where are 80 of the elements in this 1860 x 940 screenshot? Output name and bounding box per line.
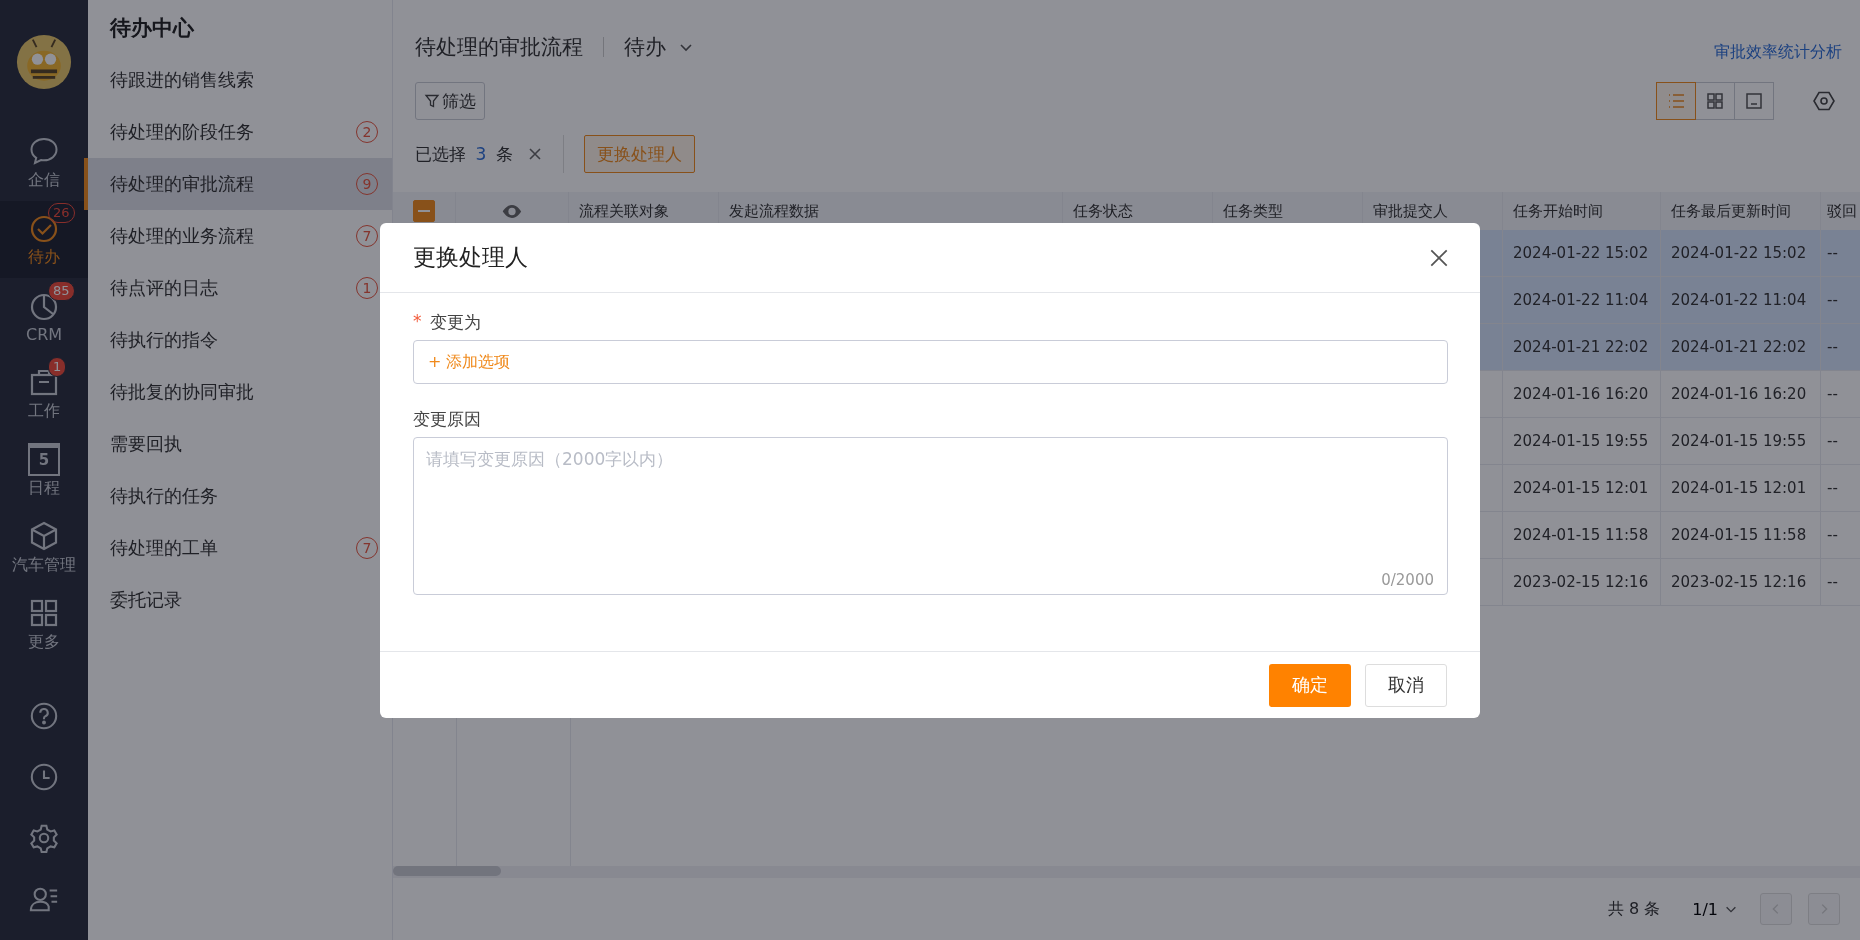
table-cell-text: -- xyxy=(1826,525,1839,546)
total-count: 共 8 条 xyxy=(1607,898,1661,920)
horizontal-scrollbar[interactable] xyxy=(393,866,1860,878)
panel-icon xyxy=(1744,91,1764,111)
settings-icon[interactable] xyxy=(1812,89,1836,113)
menu-item[interactable]: 待跟进的销售线索 xyxy=(84,54,392,106)
menu-item-label: 待执行的任务 xyxy=(110,484,219,508)
clear-selection-icon[interactable] xyxy=(526,146,543,162)
add-option-link[interactable]: + 添加选项 xyxy=(428,351,511,373)
clock-icon[interactable] xyxy=(29,762,59,792)
field-label: 变更原因 xyxy=(413,408,481,431)
assignee-field[interactable]: + 添加选项 xyxy=(413,340,1448,384)
menu-item-label: 待点评的日志 xyxy=(110,276,219,300)
settings-icon[interactable] xyxy=(29,823,59,853)
table-cell: 2024-01-15 19:55 xyxy=(1661,418,1821,464)
calendar-icon: 5 xyxy=(28,442,60,476)
cube-icon xyxy=(28,520,60,552)
nav-item[interactable]: 1 工作 xyxy=(0,355,88,432)
table-cell: 2024-01-15 12:01 xyxy=(1661,465,1821,511)
menu-item-label: 待跟进的销售线索 xyxy=(110,68,255,92)
table-cell: 2024-01-22 11:04 xyxy=(1503,277,1661,323)
table-cell-text: -- xyxy=(1826,478,1839,499)
table-cell: 2024-01-22 15:02 xyxy=(1661,230,1821,276)
table-cell: 2024-01-15 19:55 xyxy=(1503,418,1661,464)
page-dropdown[interactable]: 1/1 xyxy=(1686,898,1744,920)
menu-item-label: 待执行的指令 xyxy=(110,328,219,352)
table-cell: 2024-01-16 16:20 xyxy=(1503,371,1661,417)
character-counter: 0/2000 xyxy=(1381,571,1434,589)
menu-item-label: 委托记录 xyxy=(110,588,183,612)
table-cell: 2023-02-15 12:16 xyxy=(1503,559,1661,605)
mascot-avatar[interactable] xyxy=(16,34,72,90)
menu-item-label: 需要回执 xyxy=(110,432,183,456)
table-cell: 2024-01-15 11:58 xyxy=(1503,512,1661,558)
menu-item[interactable]: 待处理的审批流程 9 xyxy=(84,158,392,210)
table-cell-text: -- xyxy=(1826,572,1839,593)
table-cell: 2024-01-16 16:20 xyxy=(1661,371,1821,417)
view-toggle[interactable] xyxy=(1734,82,1774,120)
table-cell: 2024-01-22 11:04 xyxy=(1661,277,1821,323)
table-cell-text: -- xyxy=(1826,384,1839,405)
chat-icon xyxy=(28,135,60,167)
page-title: 待处理的审批流程 xyxy=(415,34,583,61)
table-cell-text: -- xyxy=(1826,431,1839,452)
nav-item[interactable]: 5 日程 xyxy=(0,432,88,509)
select-all-checkbox[interactable] xyxy=(413,200,435,222)
filter-button[interactable]: 筛选 xyxy=(415,82,485,120)
section-title: 待办中心 xyxy=(108,15,195,42)
table-cell-text: -- xyxy=(1826,243,1839,264)
scope-dropdown[interactable]: 待办 xyxy=(624,33,694,61)
grid-icon xyxy=(1705,91,1725,111)
required-mark: * xyxy=(413,311,422,333)
table-cell: 2024-01-21 22:02 xyxy=(1661,324,1821,370)
grid-icon xyxy=(28,597,60,629)
cancel-button[interactable]: 取消 xyxy=(1365,663,1447,707)
table-cell: 2024-01-15 12:01 xyxy=(1503,465,1661,511)
statistics-link[interactable]: 审批效率统计分析 xyxy=(1714,31,1842,63)
count-badge: 1 xyxy=(48,357,67,377)
help-icon[interactable] xyxy=(29,701,59,731)
table-cell-text: -- xyxy=(1826,337,1839,358)
menu-item-label: 待处理的阶段任务 xyxy=(110,120,255,144)
filter-icon xyxy=(424,93,440,109)
table-cell-text: -- xyxy=(1826,290,1839,311)
table-cell: 2023-02-15 12:16 xyxy=(1661,559,1821,605)
table-cell: 2024-01-22 15:02 xyxy=(1503,230,1661,276)
nav-item[interactable]: 更多 xyxy=(0,586,88,663)
table-cell: 2024-01-15 11:58 xyxy=(1661,512,1821,558)
table-cell: 2024-01-21 22:02 xyxy=(1503,324,1661,370)
count-badge: 85 xyxy=(48,281,75,301)
view-toggle[interactable] xyxy=(1695,82,1735,120)
column-header: 驳回 xyxy=(1826,200,1858,222)
list-icon xyxy=(1666,91,1686,111)
eye-icon[interactable] xyxy=(501,203,523,219)
dialog-title: 更换处理人 xyxy=(413,243,528,272)
selection-count: 已选择 3 条 xyxy=(415,142,513,166)
menu-item-label: 待处理的业务流程 xyxy=(110,224,255,248)
menu-item-label: 待处理的审批流程 xyxy=(110,172,255,196)
view-toggle[interactable] xyxy=(1656,82,1696,120)
field-label: 变更为 xyxy=(429,311,481,334)
menu-item-label: 待批复的协同审批 xyxy=(110,380,255,404)
nav-item[interactable]: 26 待办 xyxy=(0,201,88,278)
menu-item-label: 待处理的工单 xyxy=(110,536,219,560)
